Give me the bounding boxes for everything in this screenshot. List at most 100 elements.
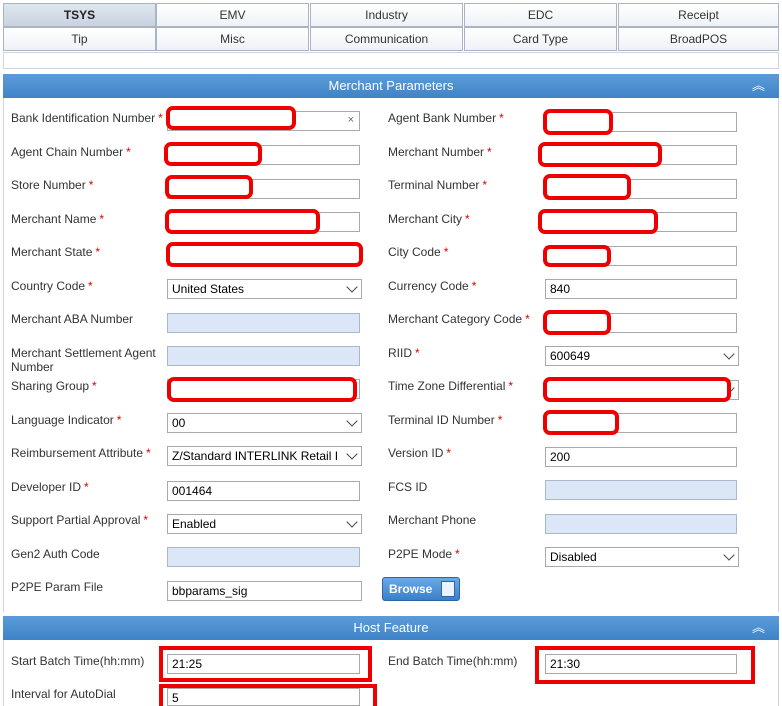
merchant-phone-input[interactable] xyxy=(545,514,737,534)
chevron-down-icon xyxy=(723,348,735,360)
version-id-input[interactable]: 200 xyxy=(545,447,737,467)
agent-bank-label: Agent Bank Number * xyxy=(388,111,504,125)
host-feature-header[interactable]: Host Feature ︽ xyxy=(3,616,779,640)
redaction-box xyxy=(538,142,662,167)
merchant-parameters-header[interactable]: Merchant Parameters ︽ xyxy=(3,74,779,98)
redaction-box xyxy=(165,175,253,199)
p2pe-param-label: P2PE Param File xyxy=(11,580,104,594)
merchant-number-label: Merchant Number * xyxy=(388,145,492,159)
fcs-id-input[interactable] xyxy=(545,480,737,500)
settlement-agent-label: Merchant Settlement Agent Number xyxy=(11,346,156,374)
settlement-agent-input[interactable] xyxy=(167,346,360,366)
fcs-id-label: FCS ID xyxy=(388,480,428,494)
support-partial-label: Support Partial Approval * xyxy=(11,513,149,527)
tab-tsys[interactable]: TSYS xyxy=(3,3,156,27)
tab-industry[interactable]: Industry xyxy=(310,3,463,27)
p2pe-param-value: bbparams_sig xyxy=(172,584,248,598)
merchant-city-label: Merchant City * xyxy=(388,212,470,226)
version-id-value: 200 xyxy=(550,450,571,464)
highlight-box xyxy=(159,646,372,682)
time-zone-label: Time Zone Differential * xyxy=(388,379,514,393)
reimbursement-label: Reimbursement Attribute * xyxy=(11,446,151,460)
p2pe-mode-label: P2PE Mode * xyxy=(388,547,460,561)
riid-select[interactable]: 600649 xyxy=(545,346,739,366)
p2pe-param-input[interactable]: bbparams_sig xyxy=(167,581,362,601)
merchant-aba-label: Merchant ABA Number xyxy=(11,312,134,326)
tab-emv[interactable]: EMV xyxy=(156,3,309,27)
reimbursement-value: Z/Standard INTERLINK Retail I xyxy=(172,449,339,463)
redaction-box xyxy=(543,377,731,402)
redaction-box xyxy=(164,142,262,166)
tab-bar: TSYS EMV Industry EDC Receipt Tip Misc C… xyxy=(3,3,779,51)
tab-broadpos[interactable]: BroadPOS xyxy=(618,27,779,51)
section-title: Host Feature xyxy=(353,620,429,635)
redaction-box xyxy=(543,174,631,200)
currency-code-value: 840 xyxy=(550,282,571,296)
chevron-down-icon xyxy=(723,549,735,561)
p2pe-mode-select[interactable]: Disabled xyxy=(545,547,739,567)
browse-label: Browse xyxy=(389,582,433,596)
currency-code-input[interactable]: 840 xyxy=(545,279,737,299)
currency-code-label: Currency Code * xyxy=(388,279,477,293)
redaction-box xyxy=(543,109,613,135)
interval-autodial-label: Interval for AutoDial xyxy=(11,687,116,701)
tab-edc[interactable]: EDC xyxy=(464,3,617,27)
sharing-group-label: Sharing Group * xyxy=(11,379,97,393)
start-batch-label: Start Batch Time(hh:mm) xyxy=(11,654,145,668)
riid-label: RIID * xyxy=(388,346,420,360)
country-code-label: Country Code * xyxy=(11,279,93,293)
language-select[interactable]: 00 xyxy=(167,413,362,433)
collapse-icon[interactable]: ︽ xyxy=(752,74,765,98)
file-icon xyxy=(441,581,455,597)
redaction-box xyxy=(543,310,611,335)
chevron-down-icon xyxy=(346,516,358,528)
gen2-input[interactable] xyxy=(167,547,360,567)
end-batch-label: End Batch Time(hh:mm) xyxy=(388,654,518,668)
store-number-label: Store Number * xyxy=(11,178,94,192)
merchant-name-label: Merchant Name * xyxy=(11,212,105,226)
bin-label: Bank Identification Number * xyxy=(11,111,163,125)
language-label: Language Indicator * xyxy=(11,413,122,427)
p2pe-mode-value: Disabled xyxy=(550,550,597,564)
redaction-box xyxy=(165,209,320,234)
section-title: Merchant Parameters xyxy=(328,78,454,93)
language-value: 00 xyxy=(172,416,186,430)
support-partial-select[interactable]: Enabled xyxy=(167,514,362,534)
tab-card-type[interactable]: Card Type xyxy=(464,27,617,51)
redaction-box xyxy=(166,106,296,130)
browse-button[interactable]: Browse xyxy=(382,577,460,601)
collapse-icon[interactable]: ︽ xyxy=(752,616,765,640)
clear-icon[interactable]: × xyxy=(348,113,354,128)
gen2-label: Gen2 Auth Code xyxy=(11,547,100,561)
redaction-box xyxy=(543,245,611,267)
tab-misc[interactable]: Misc xyxy=(156,27,309,51)
redaction-box xyxy=(167,377,357,402)
developer-id-value: 001464 xyxy=(172,484,213,498)
support-partial-value: Enabled xyxy=(172,517,217,531)
chevron-down-icon xyxy=(346,448,358,460)
merchant-aba-input[interactable] xyxy=(167,313,360,333)
spacer-bar xyxy=(3,52,779,69)
reimbursement-select[interactable]: Z/Standard INTERLINK Retail I xyxy=(167,446,362,466)
tab-tip[interactable]: Tip xyxy=(3,27,156,51)
terminal-number-label: Terminal Number * xyxy=(388,178,488,192)
country-code-select[interactable]: United States xyxy=(167,279,362,299)
version-id-label: Version ID * xyxy=(388,446,452,460)
tab-communication[interactable]: Communication xyxy=(310,27,463,51)
terminal-id-label: Terminal ID Number * xyxy=(388,413,503,427)
merchant-category-label: Merchant Category Code * xyxy=(388,312,530,326)
chevron-down-icon xyxy=(346,415,358,427)
city-code-label: City Code * xyxy=(388,245,449,259)
highlight-box xyxy=(535,646,755,684)
highlight-box xyxy=(159,684,377,706)
developer-id-label: Developer ID * xyxy=(11,480,89,494)
chevron-down-icon xyxy=(346,281,358,293)
redaction-box xyxy=(543,410,619,435)
merchant-state-label: Merchant State * xyxy=(11,245,101,259)
riid-value: 600649 xyxy=(550,349,591,363)
developer-id-input[interactable]: 001464 xyxy=(167,481,360,501)
merchant-phone-label: Merchant Phone xyxy=(388,513,477,527)
agent-chain-label: Agent Chain Number * xyxy=(11,145,131,159)
country-code-value: United States xyxy=(172,282,245,296)
tab-receipt[interactable]: Receipt xyxy=(618,3,779,27)
